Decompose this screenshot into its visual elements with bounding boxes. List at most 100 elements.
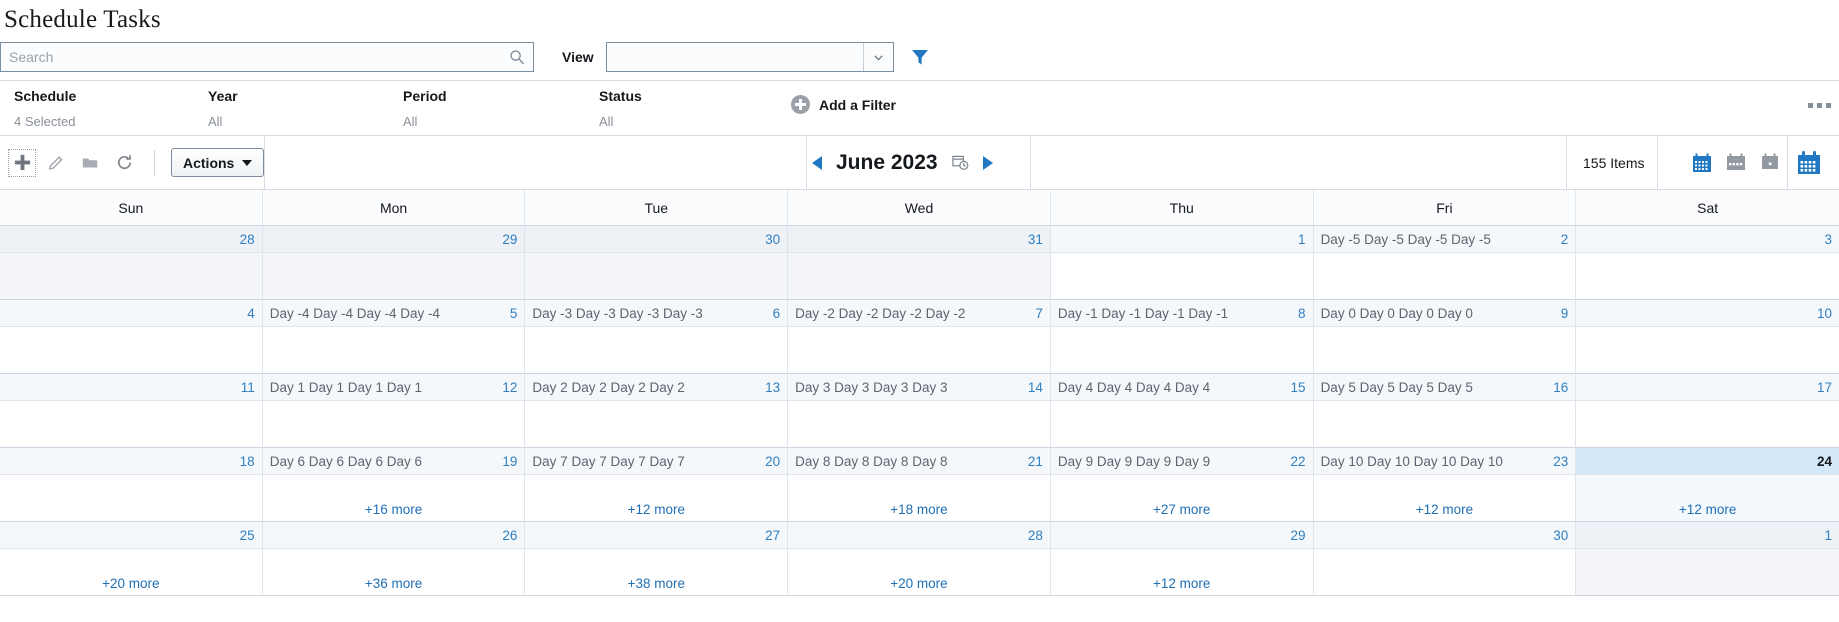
calendar-day-cell[interactable]: Day 3 Day 3 Day 3 Day 3 14 [788, 374, 1051, 448]
day-number[interactable]: 26 [502, 528, 517, 543]
month-view-icon[interactable] [1685, 152, 1719, 174]
day-number[interactable]: 5 [510, 306, 518, 321]
calendar-day-cell[interactable]: 29 +12 more [1050, 522, 1314, 596]
search-icon[interactable] [509, 49, 525, 65]
calendar-day-cell[interactable]: 26 +36 more [262, 522, 526, 596]
day-event-text[interactable]: Day 10 Day 10 Day 10 Day 10 [1321, 454, 1548, 469]
calendar-day-cell[interactable]: Day -2 Day -2 Day -2 Day -2 7 [788, 300, 1051, 374]
edit-pencil-icon[interactable] [42, 149, 70, 177]
calendar-day-cell[interactable]: Day -1 Day -1 Day -1 Day -1 8 [1050, 300, 1314, 374]
day-number[interactable]: 7 [1035, 306, 1043, 321]
calendar-day-cell[interactable]: Day 5 Day 5 Day 5 Day 5 16 [1313, 374, 1577, 448]
folder-icon[interactable] [76, 149, 104, 177]
prev-arrow-icon[interactable] [812, 155, 822, 170]
ellipsis-icon[interactable] [1808, 103, 1831, 108]
filter-year-value[interactable]: All [208, 114, 238, 129]
day-event-text[interactable]: Day -5 Day -5 Day -5 Day -5 [1321, 232, 1555, 247]
calendar-day-cell[interactable]: Day 4 Day 4 Day 4 Day 4 15 [1050, 374, 1314, 448]
calendar-day-cell[interactable]: 24 +12 more [1576, 448, 1839, 522]
filter-period[interactable]: Period All [403, 88, 447, 129]
day-event-text[interactable]: Day 2 Day 2 Day 2 Day 2 [532, 380, 759, 395]
day-number[interactable]: 14 [1028, 380, 1043, 395]
calendar-jump-icon[interactable] [1787, 150, 1831, 176]
day-number[interactable]: 30 [765, 232, 780, 247]
day-event-text[interactable]: Day 9 Day 9 Day 9 Day 9 [1058, 454, 1285, 469]
search-box[interactable] [0, 42, 534, 72]
more-events-link[interactable]: +38 more [628, 576, 685, 591]
day-number[interactable]: 21 [1028, 454, 1043, 469]
day-number[interactable]: 8 [1298, 306, 1306, 321]
calendar-day-cell[interactable]: 4 [0, 300, 263, 374]
chevron-down-icon[interactable] [862, 43, 893, 71]
calendar-day-cell[interactable]: Day 10 Day 10 Day 10 Day 10 23 +12 more [1313, 448, 1577, 522]
day-number[interactable]: 31 [1028, 232, 1043, 247]
add-filter-button[interactable]: Add a Filter [791, 95, 896, 114]
filter-schedule-value[interactable]: 4 Selected [14, 114, 76, 129]
day-event-text[interactable]: Day 6 Day 6 Day 6 Day 6 [270, 454, 497, 469]
day-number[interactable]: 9 [1561, 306, 1569, 321]
refresh-icon[interactable] [110, 149, 138, 177]
day-event-text[interactable]: Day -1 Day -1 Day -1 Day -1 [1058, 306, 1292, 321]
day-number[interactable]: 6 [773, 306, 781, 321]
search-input[interactable] [1, 43, 533, 71]
more-events-link[interactable]: +36 more [365, 576, 422, 591]
more-events-link[interactable]: +16 more [365, 502, 422, 517]
calendar-day-cell[interactable]: Day 9 Day 9 Day 9 Day 9 22 +27 more [1050, 448, 1314, 522]
day-number[interactable]: 17 [1817, 380, 1832, 395]
day-number[interactable]: 28 [1028, 528, 1043, 543]
day-event-text[interactable]: Day -4 Day -4 Day -4 Day -4 [270, 306, 504, 321]
day-number[interactable]: 25 [240, 528, 255, 543]
more-events-link[interactable]: +20 more [890, 576, 947, 591]
calendar-day-cell[interactable]: 30 [525, 226, 789, 300]
more-events-link[interactable]: +20 more [102, 576, 159, 591]
calendar-day-cell[interactable]: Day 7 Day 7 Day 7 Day 7 20 +12 more [525, 448, 789, 522]
day-number[interactable]: 13 [765, 380, 780, 395]
calendar-day-cell[interactable]: 30 [1313, 522, 1577, 596]
day-number[interactable]: 23 [1553, 454, 1568, 469]
calendar-clock-icon[interactable] [951, 154, 969, 171]
day-number[interactable]: 12 [502, 380, 517, 395]
day-number[interactable]: 1 [1824, 528, 1832, 543]
next-arrow-icon[interactable] [982, 155, 993, 170]
more-events-link[interactable]: +18 more [890, 502, 947, 517]
calendar-day-cell[interactable]: 11 [0, 374, 263, 448]
more-events-link[interactable]: +12 more [1416, 502, 1473, 517]
calendar-day-cell[interactable]: 3 [1576, 226, 1839, 300]
calendar-day-cell[interactable]: Day 2 Day 2 Day 2 Day 2 13 [525, 374, 789, 448]
calendar-day-cell[interactable]: 18 [0, 448, 263, 522]
calendar-day-cell[interactable]: Day 6 Day 6 Day 6 Day 6 19 +16 more [262, 448, 526, 522]
day-event-text[interactable]: Day -2 Day -2 Day -2 Day -2 [795, 306, 1029, 321]
filter-status[interactable]: Status All [599, 88, 642, 129]
day-event-text[interactable]: Day 1 Day 1 Day 1 Day 1 [270, 380, 497, 395]
day-number[interactable]: 3 [1824, 232, 1832, 247]
day-number[interactable]: 16 [1553, 380, 1568, 395]
filter-period-value[interactable]: All [403, 114, 447, 129]
day-event-text[interactable]: Day 8 Day 8 Day 8 Day 8 [795, 454, 1022, 469]
day-number[interactable]: 2 [1561, 232, 1569, 247]
actions-button[interactable]: Actions [171, 148, 265, 177]
more-events-link[interactable]: +12 more [628, 502, 685, 517]
filter-schedule[interactable]: Schedule 4 Selected [14, 88, 76, 129]
day-number[interactable]: 19 [502, 454, 517, 469]
calendar-day-cell[interactable]: Day 8 Day 8 Day 8 Day 8 21 +18 more [788, 448, 1051, 522]
more-events-link[interactable]: +27 more [1153, 502, 1210, 517]
calendar-day-cell[interactable]: Day 0 Day 0 Day 0 Day 0 9 [1313, 300, 1577, 374]
calendar-day-cell[interactable]: 28 +20 more [788, 522, 1051, 596]
day-number[interactable]: 1 [1298, 232, 1306, 247]
calendar-day-cell[interactable]: 1 [1050, 226, 1314, 300]
calendar-day-cell[interactable]: 1 [1576, 522, 1839, 596]
week-view-icon[interactable] [1719, 152, 1753, 174]
day-number[interactable]: 29 [1291, 528, 1306, 543]
calendar-day-cell[interactable]: 17 [1576, 374, 1839, 448]
day-event-text[interactable]: Day 0 Day 0 Day 0 Day 0 [1321, 306, 1555, 321]
calendar-day-cell[interactable]: 25 +20 more [0, 522, 263, 596]
calendar-day-cell[interactable]: 27 +38 more [525, 522, 789, 596]
filter-year[interactable]: Year All [208, 88, 238, 129]
day-number[interactable]: 29 [502, 232, 517, 247]
day-number[interactable]: 15 [1291, 380, 1306, 395]
calendar-day-cell[interactable]: 29 [262, 226, 526, 300]
day-number[interactable]: 10 [1817, 306, 1832, 321]
funnel-icon[interactable] [910, 47, 930, 67]
calendar-day-cell[interactable]: Day 1 Day 1 Day 1 Day 1 12 [262, 374, 526, 448]
day-number[interactable]: 18 [240, 454, 255, 469]
